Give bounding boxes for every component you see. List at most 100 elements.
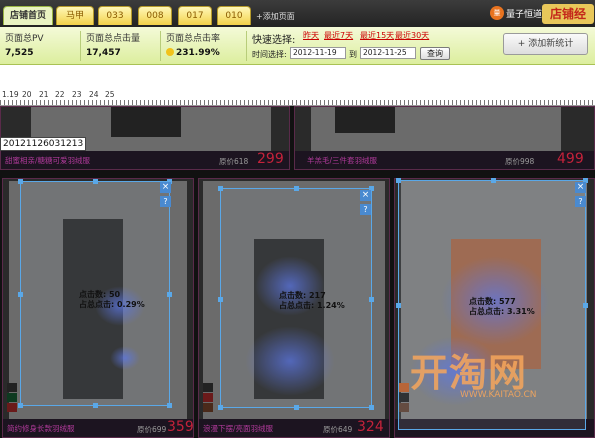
resize-handle[interactable] xyxy=(18,292,23,297)
plus-icon: + xyxy=(256,12,263,21)
help-icon[interactable]: ? xyxy=(575,196,586,207)
watermark: 开淘网 WWW.KAITAO.CN xyxy=(410,342,590,406)
product-image-detail xyxy=(335,107,395,133)
color-swatch[interactable] xyxy=(203,403,213,412)
quick-option-7days[interactable]: 最近7天 xyxy=(324,30,353,41)
timestamp-label: 20121126031213 xyxy=(0,137,87,151)
quick-select-label: 快速选择: xyxy=(252,35,296,46)
original-price: 原价699 xyxy=(137,425,167,434)
tab-010[interactable]: 010 xyxy=(217,6,251,25)
price-row: 简约修身长款羽绒服 原价699 359 xyxy=(3,419,194,437)
ruler-label: 23 xyxy=(72,90,82,99)
resize-handle[interactable] xyxy=(167,403,172,408)
product-title[interactable]: 羊羔毛/三件套羽绒服 xyxy=(307,155,377,166)
tab-008[interactable]: 008 xyxy=(138,6,172,25)
resize-handle[interactable] xyxy=(167,292,172,297)
resize-handle[interactable] xyxy=(294,186,299,191)
sale-price: 324 xyxy=(357,419,384,435)
stat-clicks-label: 页面总点击量 xyxy=(86,34,141,44)
click-region-2[interactable]: 点击数: 217 占总点击: 1.24% xyxy=(218,186,374,410)
tab-017[interactable]: 017 xyxy=(178,6,212,25)
add-page-link[interactable]: +添加页面 xyxy=(256,11,295,22)
quick-option-15days[interactable]: 最近15天 xyxy=(360,30,394,41)
ruler-label: 24 xyxy=(89,90,99,99)
start-date-input[interactable]: 2012-11-19 xyxy=(290,47,346,59)
sale-price: 499 xyxy=(557,151,584,167)
product-title[interactable]: 甜蜜相亲/糖糖可爱羽绒服 xyxy=(5,155,90,166)
watermark-logo: 开淘网 xyxy=(410,351,528,395)
color-swatch[interactable] xyxy=(7,383,17,392)
stat-pv-label: 页面总PV xyxy=(5,34,44,44)
brand-logo-icon: 量 xyxy=(490,6,504,20)
help-icon[interactable]: ? xyxy=(360,204,371,215)
stat-rate: 页面总点击率 231.99% xyxy=(166,31,220,58)
resize-handle[interactable] xyxy=(18,179,23,184)
brand-name: 量子恒道 xyxy=(506,10,543,20)
resize-handle[interactable] xyxy=(369,405,374,410)
product-title[interactable]: 浪漫下摆/亮面羽绒服 xyxy=(203,423,273,434)
spacer xyxy=(0,65,595,88)
date-ruler[interactable]: 1.19 20 21 22 23 24 25 xyxy=(0,88,595,106)
plus-icon: + xyxy=(517,39,529,49)
to-label: 到 xyxy=(349,50,357,59)
color-swatch[interactable] xyxy=(7,403,17,412)
sale-price: 299 xyxy=(257,151,284,167)
click-count: 点击数: 50 xyxy=(79,290,121,299)
divider xyxy=(160,31,161,61)
click-ratio: 占总点击: 1.24% xyxy=(279,301,345,310)
tab-majia[interactable]: 马甲 xyxy=(56,6,94,25)
resize-handle[interactable] xyxy=(369,297,374,302)
top-tab-bar: 店铺首页 马甲 033 008 017 010 +添加页面 量 量子恒道 店铺经 xyxy=(0,0,595,28)
resize-handle[interactable] xyxy=(218,297,223,302)
resize-handle[interactable] xyxy=(218,186,223,191)
ruler-ticks xyxy=(0,100,595,105)
quick-option-yesterday[interactable]: 昨天 xyxy=(303,30,319,41)
resize-handle[interactable] xyxy=(218,405,223,410)
click-region-1[interactable]: 点击数: 50 占总点击: 0.29% xyxy=(18,179,172,408)
product-card-top-2[interactable]: 羊羔毛/三件套羽绒服 原价998 499 xyxy=(294,106,595,170)
tab-shop-home[interactable]: 店铺首页 xyxy=(3,6,53,25)
divider xyxy=(246,31,247,61)
click-metrics: 点击数: 577 占总点击: 3.31% xyxy=(469,297,535,317)
resize-handle[interactable] xyxy=(18,403,23,408)
ruler-label: 21 xyxy=(39,90,49,99)
click-count: 点击数: 577 xyxy=(469,297,516,306)
color-swatch[interactable] xyxy=(7,393,17,402)
sale-price: 359 xyxy=(167,419,194,435)
stat-pv: 页面总PV 7,525 xyxy=(5,31,44,58)
close-icon[interactable]: × xyxy=(360,190,371,201)
color-swatch[interactable] xyxy=(203,383,213,392)
stat-clicks-value: 17,457 xyxy=(86,48,121,58)
original-price: 原价998 xyxy=(505,157,535,166)
click-metrics: 点击数: 217 占总点击: 1.24% xyxy=(279,291,345,311)
product-image-detail xyxy=(111,107,181,137)
brand: 量 量子恒道 店铺经 xyxy=(490,3,595,25)
resize-handle[interactable] xyxy=(93,179,98,184)
help-icon[interactable]: ? xyxy=(160,196,171,207)
stat-rate-value: 231.99% xyxy=(166,48,220,58)
tab-033[interactable]: 033 xyxy=(98,6,132,25)
resize-handle[interactable] xyxy=(396,303,401,308)
resize-handle[interactable] xyxy=(491,178,496,183)
add-stat-button[interactable]: + 添加新统计 xyxy=(503,33,588,55)
close-icon[interactable]: × xyxy=(160,182,171,193)
stat-pv-value: 7,525 xyxy=(5,48,34,58)
product-title[interactable]: 简约修身长款羽绒服 xyxy=(7,423,75,434)
color-swatch[interactable] xyxy=(203,393,213,402)
quick-select: 快速选择: xyxy=(252,31,295,46)
ruler-label: 1.19 xyxy=(2,90,19,99)
resize-handle[interactable] xyxy=(294,405,299,410)
stat-clicks: 页面总点击量 17,457 xyxy=(86,31,140,58)
resize-handle[interactable] xyxy=(93,403,98,408)
resize-handle[interactable] xyxy=(396,178,401,183)
price-row: 浪漫下摆/亮面羽绒服 原价649 324 xyxy=(199,419,389,437)
query-button[interactable]: 查询 xyxy=(420,47,450,60)
click-ratio: 占总点击: 3.31% xyxy=(469,307,535,316)
quick-option-30days[interactable]: 最近30天 xyxy=(395,30,429,41)
end-date-input[interactable]: 2012-11-25 xyxy=(360,47,416,59)
resize-handle[interactable] xyxy=(583,303,588,308)
stat-rate-label: 页面总点击率 xyxy=(166,34,221,44)
original-price: 原价649 xyxy=(323,425,353,434)
close-icon[interactable]: × xyxy=(575,182,586,193)
watermark-url: WWW.KAITAO.CN xyxy=(460,390,537,400)
